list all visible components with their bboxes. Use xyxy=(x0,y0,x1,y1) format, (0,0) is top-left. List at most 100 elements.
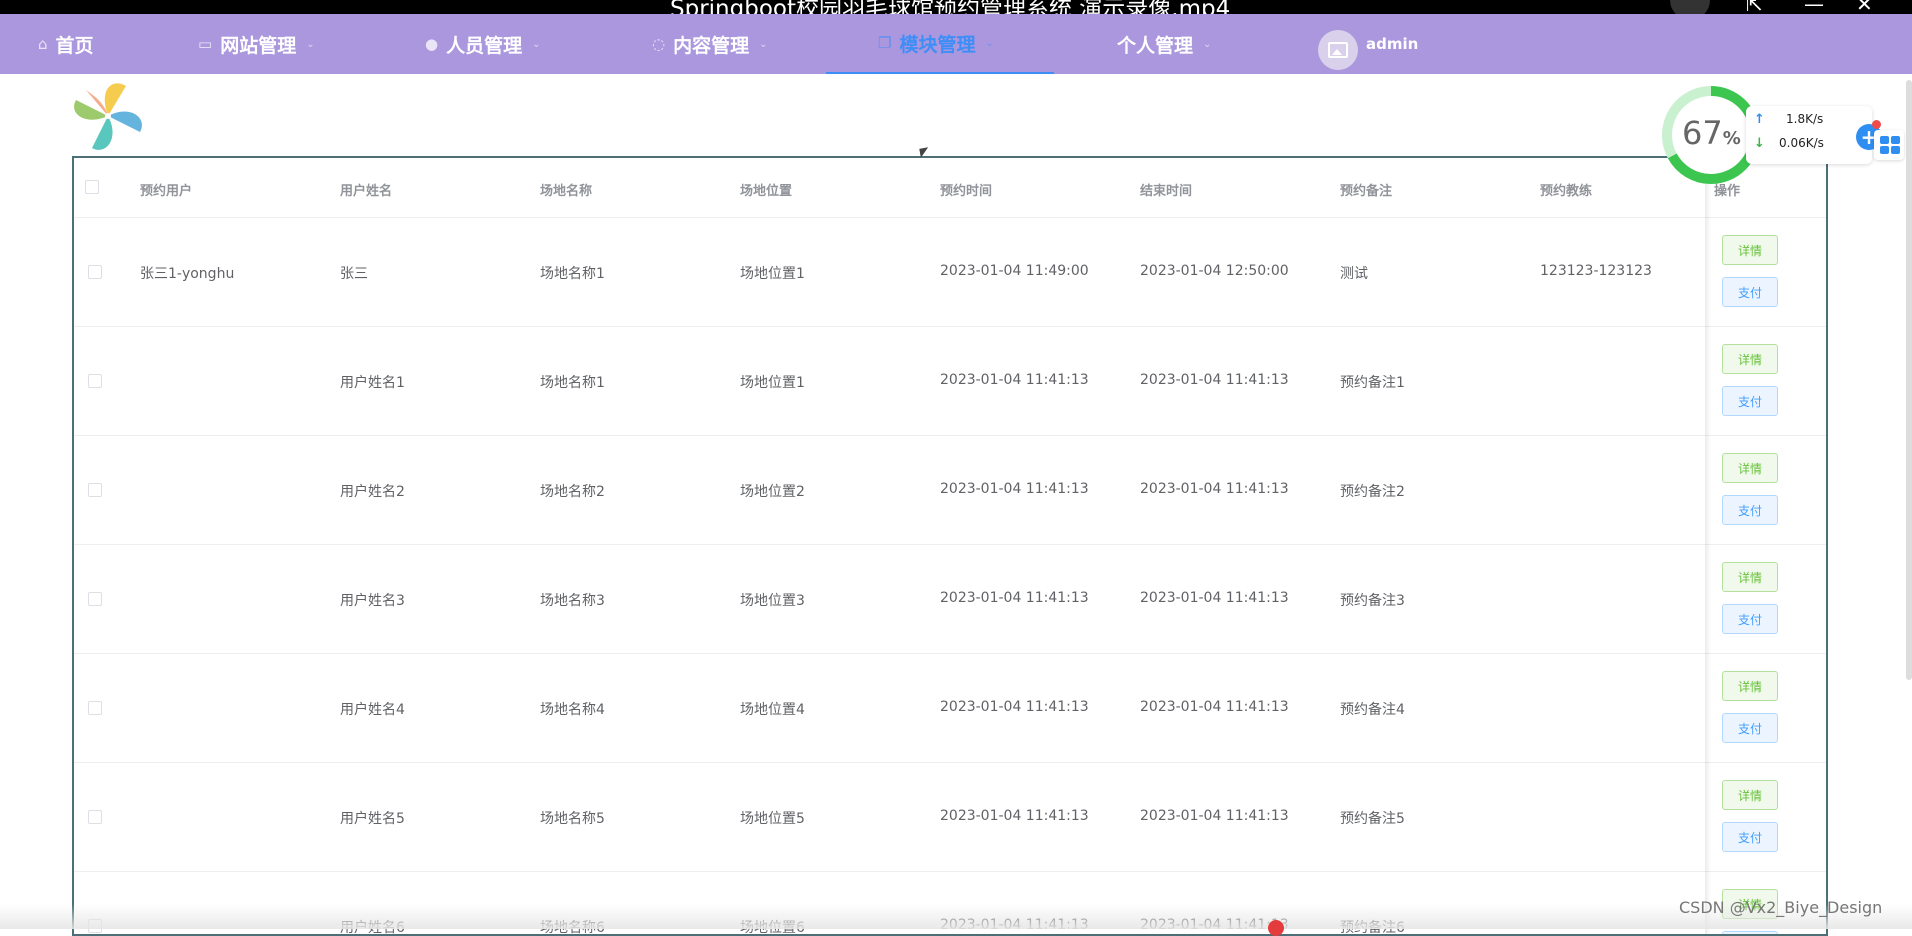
cell-note: 预约备注2 xyxy=(1340,484,1405,500)
row-checkbox[interactable] xyxy=(88,810,102,824)
download-speed: 0.06K/s xyxy=(1779,136,1824,150)
gauge-value: 67% xyxy=(1682,114,1741,152)
user-name[interactable]: admin xyxy=(1366,14,1418,74)
table-header: 预约用户 用户姓名 场地名称 场地位置 预约时间 结束时间 预约备注 预约教练 操作 xyxy=(74,158,1826,218)
cell-end: 2023-01-04 11:41:13 xyxy=(1140,808,1289,824)
page-scrollbar[interactable] xyxy=(1906,80,1912,680)
pay-button[interactable]: 支付 xyxy=(1722,386,1778,416)
row-checkbox[interactable] xyxy=(88,265,102,279)
pay-button[interactable]: 支付 xyxy=(1722,822,1778,852)
nav-item-3[interactable]: ◌ 内容管理 ⌄ xyxy=(652,14,768,74)
row-checkbox[interactable] xyxy=(88,374,102,388)
cell-end: 2023-01-04 11:41:13 xyxy=(1140,590,1289,606)
row-checkbox[interactable] xyxy=(88,701,102,715)
close-window-icon[interactable]: ✕ xyxy=(1856,0,1873,14)
pay-button[interactable]: 支付 xyxy=(1722,277,1778,307)
cell-end: 2023-01-04 11:41:13 xyxy=(1140,372,1289,388)
nav-item-label: 个人管理 xyxy=(1117,34,1194,57)
cell-venue: 场地名称3 xyxy=(540,593,605,609)
minimize-window-icon[interactable]: — xyxy=(1804,0,1824,14)
player-control-circle[interactable] xyxy=(1670,0,1710,14)
table-row[interactable]: 用户姓名3 场地名称3 场地位置3 2023-01-04 11:41:13 2023-0… xyxy=(74,545,1826,654)
reservation-table: 预约用户 用户姓名 场地名称 场地位置 预约时间 结束时间 预约备注 预约教练 操作 张三1-y… xyxy=(72,156,1828,936)
cell-start: 2023-01-04 11:41:13 xyxy=(940,590,1089,606)
cell-end: 2023-01-04 11:41:13 xyxy=(1140,481,1289,497)
cell-name: 张三 xyxy=(340,266,368,282)
column-header: 预约教练 xyxy=(1540,184,1593,199)
upload-arrow-icon: ↑ xyxy=(1754,112,1765,127)
pay-button[interactable]: 支付 xyxy=(1722,495,1778,525)
table-row[interactable]: 张三1-yonghu 张三 场地名称1 场地位置1 2023-01-04 11:49:0… xyxy=(74,218,1826,327)
window-title: Springboot校园羽毛球馆预约管理系统 演示录像.mp4 xyxy=(670,0,1231,14)
table-row[interactable]: 用户姓名1 场地名称1 场地位置1 2023-01-04 11:41:13 2023-0… xyxy=(74,327,1826,436)
bottom-fade xyxy=(0,904,1912,929)
restore-window-icon[interactable]: ⇱ xyxy=(1746,0,1763,14)
cell-location: 场地位置4 xyxy=(740,702,805,718)
cell-note: 预约备注1 xyxy=(1340,375,1405,391)
apps-grid-icon[interactable] xyxy=(1874,130,1904,160)
download-arrow-icon: ↓ xyxy=(1754,136,1765,151)
nav-item-label: 首页 xyxy=(55,34,94,57)
table-row[interactable]: 用户姓名2 场地名称2 场地位置2 2023-01-04 11:41:13 2023-0… xyxy=(74,436,1826,545)
cell-venue: 场地名称4 xyxy=(540,702,605,718)
cell-coach: 123123-123123 xyxy=(1540,263,1652,279)
column-header: 结束时间 xyxy=(1140,184,1193,199)
cell-name: 用户姓名3 xyxy=(340,593,405,609)
table-row[interactable]: 用户姓名5 场地名称5 场地位置5 2023-01-04 11:41:13 2023-0… xyxy=(74,763,1826,872)
nav-item-label: 模块管理 xyxy=(899,33,976,56)
row-checkbox[interactable] xyxy=(88,592,102,606)
nav-item-2[interactable]: ● 人员管理 ⌄ xyxy=(425,14,541,74)
detail-button[interactable]: 详情 xyxy=(1722,671,1778,701)
column-header: 场地位置 xyxy=(740,184,793,199)
avatar[interactable] xyxy=(1318,30,1358,70)
chevron-down-icon: ⌄ xyxy=(1203,38,1212,50)
column-header: 预约时间 xyxy=(940,184,993,199)
watermark: CSDN @Vx2_Biye_Design xyxy=(1679,898,1883,917)
select-all-checkbox[interactable] xyxy=(85,180,99,194)
column-header: 用户姓名 xyxy=(340,184,393,199)
cell-location: 场地位置1 xyxy=(740,375,805,391)
chevron-down-icon: ⌄ xyxy=(759,38,768,50)
detail-button[interactable]: 详情 xyxy=(1722,562,1778,592)
fixed-column-shadow xyxy=(1705,158,1711,934)
table-row[interactable]: 用户姓名4 场地名称4 场地位置4 2023-01-04 11:41:13 2023-0… xyxy=(74,654,1826,763)
pay-button[interactable]: 支付 xyxy=(1722,713,1778,743)
notification-dot xyxy=(1872,120,1881,129)
cell-venue: 场地名称1 xyxy=(540,266,605,282)
record-indicator xyxy=(1268,920,1284,936)
cell-end: 2023-01-04 11:41:13 xyxy=(1140,699,1289,715)
upload-speed: 1.8K/s xyxy=(1786,112,1824,126)
chat-icon: ◌ xyxy=(652,35,666,53)
cell-start: 2023-01-04 11:41:13 xyxy=(940,481,1089,497)
cell-note: 预约备注5 xyxy=(1340,811,1405,827)
cell-venue: 场地名称2 xyxy=(540,484,605,500)
detail-button[interactable]: 详情 xyxy=(1722,235,1778,265)
cell-name: 用户姓名2 xyxy=(340,484,405,500)
pay-button[interactable]: 支付 xyxy=(1722,931,1778,934)
nav-item-label: 内容管理 xyxy=(673,34,750,57)
detail-button[interactable]: 详情 xyxy=(1722,780,1778,810)
cell-location: 场地位置1 xyxy=(740,266,805,282)
user-icon: ● xyxy=(425,35,439,53)
row-checkbox[interactable] xyxy=(88,483,102,497)
cell-name: 用户姓名5 xyxy=(340,811,405,827)
pay-button[interactable]: 支付 xyxy=(1722,604,1778,634)
nav-item-4[interactable]: ❐ 模块管理 ⌄ xyxy=(826,14,1054,74)
detail-button[interactable]: 详情 xyxy=(1722,453,1778,483)
cell-name: 用户姓名4 xyxy=(340,702,405,718)
cell-location: 场地位置5 xyxy=(740,811,805,827)
cell-venue: 场地名称5 xyxy=(540,811,605,827)
chevron-down-icon: ⌄ xyxy=(306,38,315,50)
detail-button[interactable]: 详情 xyxy=(1722,344,1778,374)
column-header: 场地名称 xyxy=(540,184,593,199)
monitor-icon: ▭ xyxy=(198,35,213,53)
cell-end: 2023-01-04 12:50:00 xyxy=(1140,263,1289,279)
nav-item-0[interactable]: ⌂ 首页 xyxy=(38,14,94,74)
window-titlebar: Springboot校园羽毛球馆预约管理系统 演示录像.mp4 ⇱ — ✕ xyxy=(0,0,1912,14)
nav-item-5[interactable]: 个人管理 ⌄ xyxy=(1117,14,1211,74)
column-header: 预约用户 xyxy=(140,184,193,199)
nav-item-label: 网站管理 xyxy=(220,34,297,57)
cell-venue: 场地名称1 xyxy=(540,375,605,391)
gauge-percent-sign: % xyxy=(1722,128,1741,149)
nav-item-1[interactable]: ▭ 网站管理 ⌄ xyxy=(198,14,315,74)
